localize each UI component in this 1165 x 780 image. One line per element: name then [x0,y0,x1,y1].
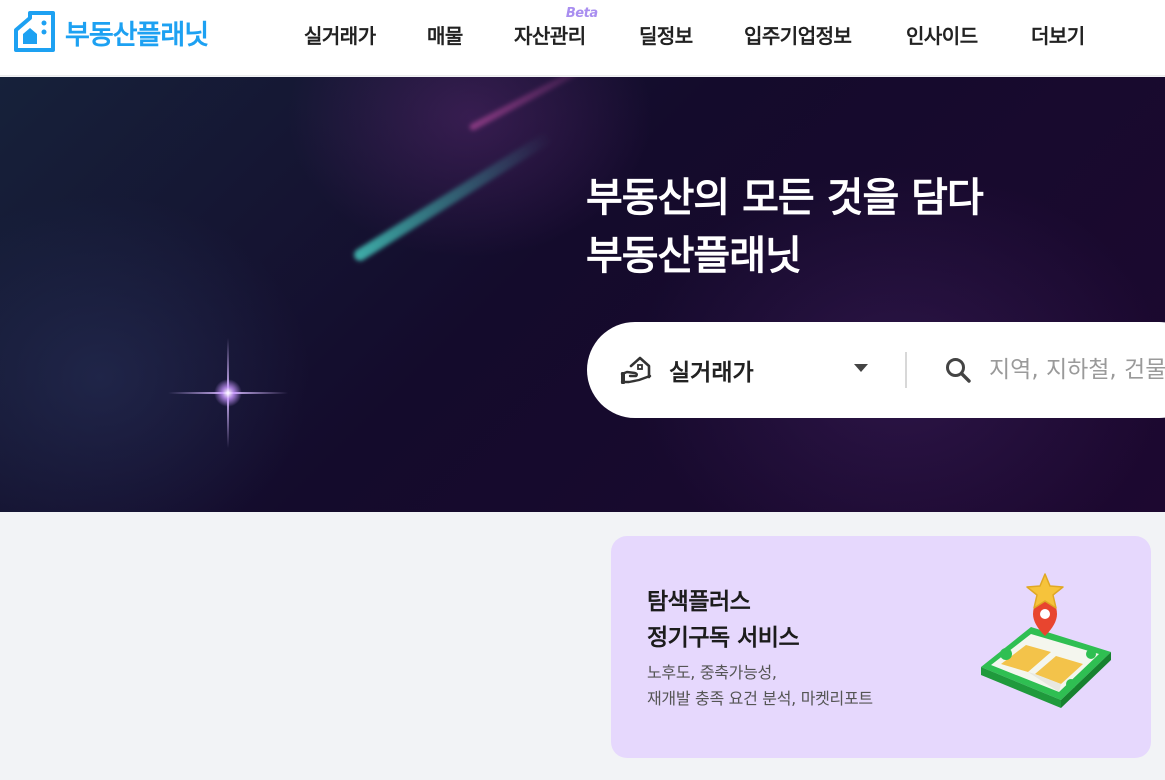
hero-title: 부동산의 모든 것을 담다 부동산플래닛 [586,169,984,285]
nav-item-deal-info[interactable]: 딜정보 [639,20,693,49]
hero-banner: 부동산의 모든 것을 담다 부동산플래닛 실거래가 [0,77,1165,512]
promo-title: 탐색플러스 정기구독 서비스 [647,584,800,656]
building-logo-icon [14,11,55,52]
nav-item-tenant-info[interactable]: 입주기업정보 [744,20,852,49]
search-type-dropdown[interactable]: 실거래가 [619,352,754,388]
hero-title-line2: 부동산플래닛 [586,233,802,279]
promo-title-line2: 정기구독 서비스 [647,625,800,651]
chevron-down-icon[interactable] [854,364,868,372]
logo[interactable]: 부동산플래닛 [13,10,209,54]
search-bar: 실거래가 [587,322,1165,418]
comet-decoration [351,131,554,264]
promo-desc-line1: 노후도, 중축가능성, [647,663,777,682]
hero-title-line1: 부동산의 모든 것을 담다 [586,175,984,221]
nav-item-listings[interactable]: 매물 [427,20,463,49]
search-type-label: 실거래가 [669,360,754,386]
nav-item-asset-management[interactable]: 자산관리 Beta [514,6,598,49]
logo-text: 부동산플래닛 [65,19,209,51]
promo-description: 노후도, 중축가능성, 재개발 충족 요건 분석, 마켓리포트 [647,660,873,712]
house-hand-icon [620,356,652,384]
nav-item-inside[interactable]: 인사이드 [906,20,978,49]
subscription-promo-card[interactable]: 탐색플러스 정기구독 서비스 노후도, 중축가능성, 재개발 충족 요건 분석,… [611,536,1151,758]
map-star-illustration-icon [981,573,1111,708]
top-header: 부동산플래닛 실거래가 매물 자산관리 Beta 딜정보 입주기업정보 인사이드… [0,0,1165,76]
beta-badge: Beta [565,6,598,21]
search-divider [905,352,907,388]
promo-desc-line2: 재개발 충족 요건 분석, 마켓리포트 [647,689,873,708]
comet-decoration [468,77,613,132]
search-input[interactable] [989,352,1165,388]
nav-item-more[interactable]: 더보기 [1031,20,1085,49]
search-icon[interactable] [944,356,972,384]
nav-item-label: 자산관리 [514,24,586,48]
nav-item-real-price[interactable]: 실거래가 [304,20,376,49]
promo-title-line1: 탐색플러스 [647,589,751,615]
